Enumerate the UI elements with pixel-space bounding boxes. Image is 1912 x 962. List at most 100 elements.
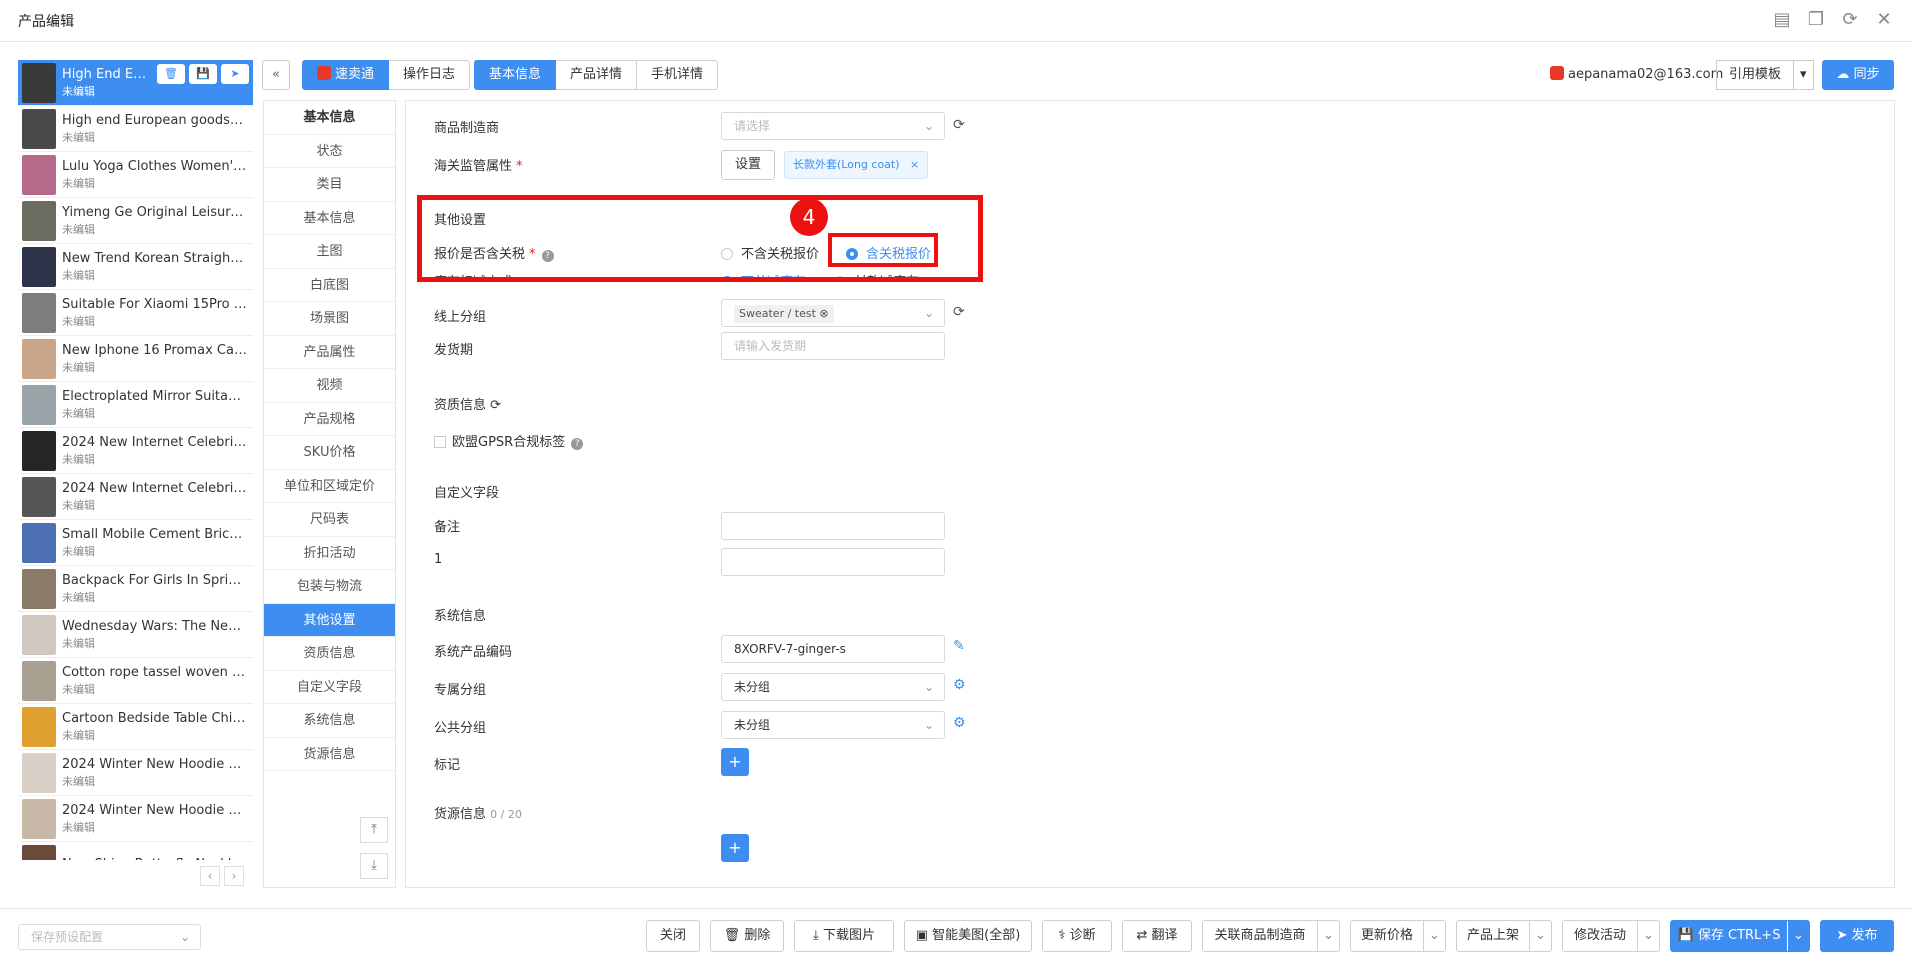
chevron-down-icon[interactable]: ⌄ bbox=[1423, 921, 1445, 951]
nav-item[interactable]: 场景图 bbox=[264, 302, 395, 336]
nav-item[interactable]: 资质信息 bbox=[264, 637, 395, 671]
product-list-item[interactable]: New Iphone 16 Promax Case ... 未编辑 bbox=[18, 336, 253, 382]
template-button[interactable]: 引用模板 bbox=[1716, 60, 1795, 90]
product-list-item[interactable]: Cotton rope tassel woven bag,... 未编辑 bbox=[18, 658, 253, 704]
field1-input[interactable] bbox=[721, 548, 945, 576]
public-group-select[interactable]: 未分组 ⌄ bbox=[721, 711, 945, 739]
nav-item[interactable]: 单位和区域定价 bbox=[264, 470, 395, 503]
refresh-icon[interactable]: ⟳ bbox=[953, 117, 965, 133]
product-list-item[interactable]: Wednesday Wars: The Newbe... 未编辑 bbox=[18, 612, 253, 658]
update-price-button[interactable]: 更新价格 ⌄ bbox=[1350, 920, 1446, 952]
diagnose-button[interactable]: ⚕ 诊断 bbox=[1042, 920, 1112, 952]
list-product-button[interactable]: 产品上架 ⌄ bbox=[1456, 920, 1552, 952]
refresh-icon[interactable]: ⟳ bbox=[1840, 10, 1860, 30]
nav-item[interactable]: SKU价格 bbox=[264, 436, 395, 470]
refresh-icon[interactable]: ⟳ bbox=[953, 304, 965, 320]
chevron-down-icon[interactable]: ⌄ bbox=[1317, 921, 1339, 951]
collapse-button[interactable]: « bbox=[262, 60, 290, 90]
nav-item[interactable]: 货源信息 bbox=[264, 738, 395, 771]
add-source-button[interactable]: + bbox=[721, 834, 749, 862]
manufacturer-select[interactable]: 请选择 ⌄ bbox=[721, 112, 945, 140]
gear-icon[interactable]: ⚙ bbox=[953, 677, 966, 693]
tab-aliexpress[interactable]: 速卖通 bbox=[302, 60, 390, 90]
add-tag-button[interactable]: + bbox=[721, 748, 749, 776]
nav-item[interactable]: 其他设置 bbox=[264, 603, 395, 637]
product-status: 未编辑 bbox=[62, 774, 95, 788]
save-button[interactable]: 💾 保存 CTRL+S ⌄ bbox=[1670, 920, 1810, 952]
chevron-down-icon[interactable]: ⌄ bbox=[1637, 921, 1659, 951]
product-list-item[interactable]: Yimeng Ge Original Leisure Ti... 未编辑 bbox=[18, 198, 253, 244]
tag-close-icon[interactable]: × bbox=[910, 158, 919, 171]
magic-wand-icon[interactable]: ✎ bbox=[953, 638, 965, 654]
nav-item[interactable]: 包装与物流 bbox=[264, 570, 395, 604]
next-page-button[interactable]: › bbox=[224, 866, 244, 886]
customs-set-button[interactable]: 设置 bbox=[721, 150, 775, 180]
translate-button[interactable]: ⇄ 翻译 bbox=[1122, 920, 1192, 952]
chevron-down-icon[interactable]: ⌄ bbox=[1529, 921, 1551, 951]
product-list-item[interactable]: High end European goods, hig... 未编辑 bbox=[18, 106, 253, 152]
nav-item[interactable]: 折扣活动 bbox=[264, 537, 395, 570]
nav-item[interactable]: 产品规格 bbox=[264, 403, 395, 436]
link-manufacturer-button[interactable]: 关联商品制造商 ⌄ bbox=[1202, 920, 1340, 952]
product-list-item[interactable]: Lulu Yoga Clothes Women's S... 未编辑 bbox=[18, 152, 253, 198]
scroll-top-icon[interactable]: ⤒ bbox=[360, 817, 388, 843]
send-icon[interactable]: ➤ bbox=[221, 64, 249, 84]
remark-input[interactable] bbox=[721, 512, 945, 540]
online-group-select[interactable]: Sweater / test ⊗ ⌄ bbox=[721, 299, 945, 327]
save-icon[interactable]: 💾 bbox=[189, 64, 217, 84]
tab-operation-log[interactable]: 操作日志 bbox=[389, 60, 471, 90]
nav-item[interactable]: 产品属性 bbox=[264, 336, 395, 369]
nav-item[interactable]: 白底图 bbox=[264, 269, 395, 302]
chevron-down-icon[interactable]: ▾ bbox=[1794, 60, 1814, 90]
product-list-item[interactable]: New Trend Korean Straight Le... 未编辑 bbox=[18, 244, 253, 290]
product-list-item[interactable]: 2024 New Internet Celebrity S... 未编辑 bbox=[18, 474, 253, 520]
ship-input[interactable]: 请输入发货期 bbox=[721, 332, 945, 360]
tab-product-detail[interactable]: 产品详情 bbox=[556, 60, 638, 90]
gear-icon[interactable]: ⚙ bbox=[953, 715, 966, 731]
template-dropdown[interactable]: 引用模板 ▾ bbox=[1716, 60, 1814, 90]
nav-item[interactable]: 基本信息 bbox=[264, 202, 395, 235]
product-list-item[interactable]: Cartoon Bedside Table Childre... 未编辑 bbox=[18, 704, 253, 750]
product-list-item[interactable]: 2024 Winter New Hoodie Loos... 未编辑 bbox=[18, 750, 253, 796]
preset-select[interactable]: 保存预设配置 ⌄ bbox=[18, 924, 201, 950]
delete-icon[interactable]: 🗑 bbox=[157, 64, 185, 84]
product-list-item[interactable]: Electroplated Mirror Suitable F... 未编辑 bbox=[18, 382, 253, 428]
tab-basic-info[interactable]: 基本信息 bbox=[474, 60, 557, 90]
nav-item[interactable]: 尺码表 bbox=[264, 503, 395, 537]
product-list-item[interactable]: Backpack For Girls In Spring, ... 未编辑 bbox=[18, 566, 253, 612]
sys-code-input[interactable]: 8XORFV-7-ginger-s bbox=[721, 635, 945, 663]
refresh-icon[interactable]: ⟳ bbox=[490, 398, 501, 413]
scroll-bottom-icon[interactable]: ⤓ bbox=[360, 853, 388, 879]
product-status: 未编辑 bbox=[62, 130, 95, 144]
product-list-item[interactable]: High End Europ... 未编辑 🗑💾➤ bbox=[18, 60, 253, 106]
nav-item[interactable]: 主图 bbox=[264, 235, 395, 269]
publish-button[interactable]: ➤ 发布 bbox=[1820, 920, 1894, 952]
restore-icon[interactable]: ❐ bbox=[1806, 10, 1826, 30]
gpsr-checkbox[interactable] bbox=[434, 436, 446, 448]
nav-item[interactable]: 状态 bbox=[264, 135, 395, 168]
sync-button[interactable]: ☁ 同步 bbox=[1822, 60, 1894, 90]
help-icon[interactable]: ? bbox=[571, 438, 584, 450]
nav-item[interactable]: 自定义字段 bbox=[264, 671, 395, 704]
nav-item[interactable]: 系统信息 bbox=[264, 704, 395, 738]
product-list-item[interactable]: New Shiny Butterfly Necklace ... bbox=[18, 842, 253, 860]
nav-item[interactable]: 视频 bbox=[264, 369, 395, 403]
product-list-item[interactable]: Small Mobile Cement Brick M... 未编辑 bbox=[18, 520, 253, 566]
notes-icon[interactable]: ▤ bbox=[1772, 10, 1792, 30]
nav-item[interactable]: 类目 bbox=[264, 168, 395, 202]
close-icon[interactable]: ✕ bbox=[1874, 10, 1894, 30]
delete-button[interactable]: 🗑 删除 bbox=[710, 920, 784, 952]
chevron-down-icon[interactable]: ⌄ bbox=[1787, 921, 1809, 951]
private-group-select[interactable]: 未分组 ⌄ bbox=[721, 673, 945, 701]
product-list-item[interactable]: 2024 New Internet Celebrity S... 未编辑 bbox=[18, 428, 253, 474]
modify-activity-button[interactable]: 修改活动 ⌄ bbox=[1562, 920, 1660, 952]
product-list-item[interactable]: Suitable For Xiaomi 15Pro Ph... 未编辑 bbox=[18, 290, 253, 336]
source-count: 0 / 20 bbox=[490, 808, 522, 821]
prev-page-button[interactable]: ‹ bbox=[200, 866, 220, 886]
close-button[interactable]: 关闭 bbox=[646, 920, 700, 952]
beautify-button[interactable]: ▣ 智能美图(全部) bbox=[904, 920, 1032, 952]
product-name: High end European goods, hig... bbox=[62, 112, 247, 128]
tab-mobile-detail[interactable]: 手机详情 bbox=[637, 60, 719, 90]
download-images-button[interactable]: ⤓ 下载图片 bbox=[794, 920, 894, 952]
product-list-item[interactable]: 2024 Winter New Hoodie Loos... 未编辑 bbox=[18, 796, 253, 842]
